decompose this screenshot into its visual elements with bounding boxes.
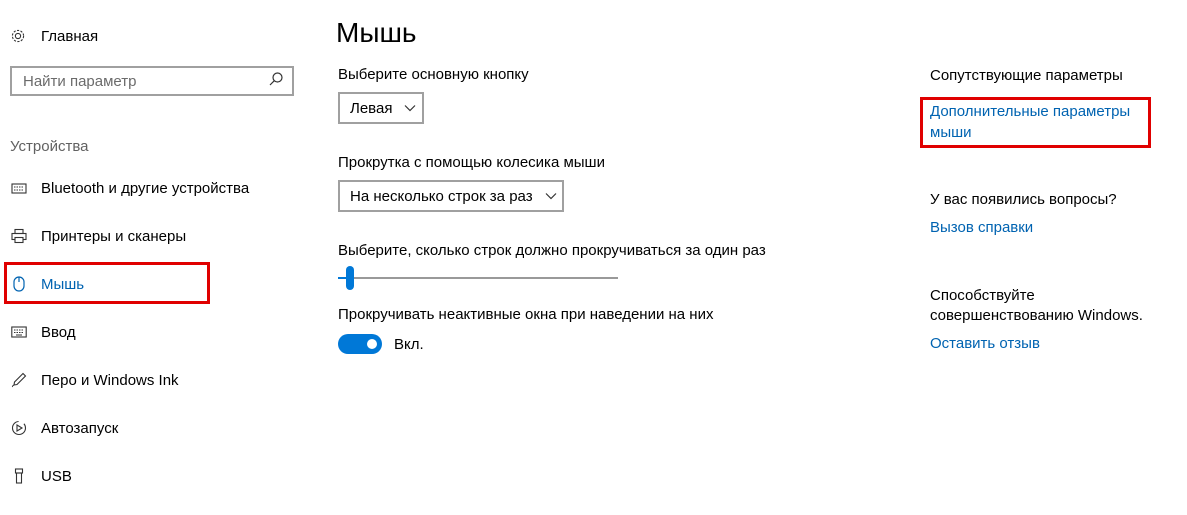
inactive-scroll-toggle[interactable] — [338, 334, 382, 354]
feedback-line-1: Способствуйте — [930, 287, 1035, 304]
sidebar-item-usb[interactable]: USB — [10, 464, 72, 488]
get-help-link[interactable]: Вызов справки — [930, 217, 1033, 238]
sidebar-item-label: Bluetooth и другие устройства — [41, 179, 250, 197]
lines-to-scroll-slider[interactable] — [338, 264, 618, 292]
slider-thumb[interactable] — [346, 266, 354, 290]
search-input[interactable]: Найти параметр — [10, 66, 294, 96]
give-feedback-link[interactable]: Оставить отзыв — [930, 333, 1040, 354]
feedback-text: Способствуйте совершенствованию Windows. — [930, 286, 1143, 326]
keyboard-device-icon — [10, 181, 28, 195]
sidebar-item-label: Принтеры и сканеры — [41, 227, 187, 245]
primary-button-value: Левая — [350, 99, 393, 117]
inactive-scroll-label: Прокручивать неактивные окна при наведен… — [338, 306, 714, 323]
sidebar-item-label: Перо и Windows Ink — [41, 371, 179, 389]
keyboard-icon — [10, 326, 28, 338]
primary-button-dropdown[interactable]: Левая — [338, 92, 424, 124]
section-label-devices: Устройства — [10, 138, 89, 155]
toggle-knob — [367, 339, 377, 349]
questions-heading: У вас появились вопросы? — [930, 191, 1117, 208]
page-title: Мышь — [336, 17, 417, 48]
related-settings-heading: Сопутствующие параметры — [930, 67, 1123, 84]
sidebar-item-typing[interactable]: Ввод — [10, 320, 76, 344]
sidebar-item-label: Автозапуск — [41, 419, 119, 437]
chevron-down-icon — [404, 104, 416, 112]
primary-button-label: Выберите основную кнопку — [338, 66, 529, 83]
sidebar-item-autoplay[interactable]: Автозапуск — [10, 416, 118, 440]
sidebar: Главная Найти параметр Устройства Blueto… — [0, 0, 310, 515]
sidebar-item-label: Ввод — [41, 323, 76, 341]
usb-icon — [10, 468, 28, 484]
gear-icon — [10, 28, 30, 44]
sidebar-item-pen[interactable]: Перо и Windows Ink — [10, 368, 179, 392]
pen-icon — [10, 372, 28, 388]
search-icon[interactable] — [268, 71, 284, 91]
feedback-line-2: совершенствованию Windows. — [930, 307, 1143, 324]
scroll-wheel-dropdown[interactable]: На несколько строк за раз — [338, 180, 564, 212]
autoplay-icon — [10, 420, 28, 436]
highlight-box-link — [920, 97, 1151, 148]
sidebar-item-label: USB — [41, 467, 72, 485]
sidebar-item-printers[interactable]: Принтеры и сканеры — [10, 224, 186, 248]
lines-to-scroll-label: Выберите, сколько строк должно прокручив… — [338, 242, 766, 259]
scroll-wheel-value: На несколько строк за раз — [350, 187, 533, 205]
home-nav-item[interactable]: Главная — [10, 25, 98, 47]
toggle-state-text: Вкл. — [394, 336, 424, 353]
search-placeholder: Найти параметр — [23, 72, 137, 90]
home-label: Главная — [41, 27, 99, 45]
slider-track — [338, 277, 618, 279]
printer-icon — [10, 228, 28, 244]
scroll-wheel-label: Прокрутка с помощью колесика мыши — [338, 154, 605, 171]
sidebar-item-bluetooth[interactable]: Bluetooth и другие устройства — [10, 176, 249, 200]
highlight-box-mouse — [4, 262, 210, 304]
chevron-down-icon — [545, 192, 557, 200]
